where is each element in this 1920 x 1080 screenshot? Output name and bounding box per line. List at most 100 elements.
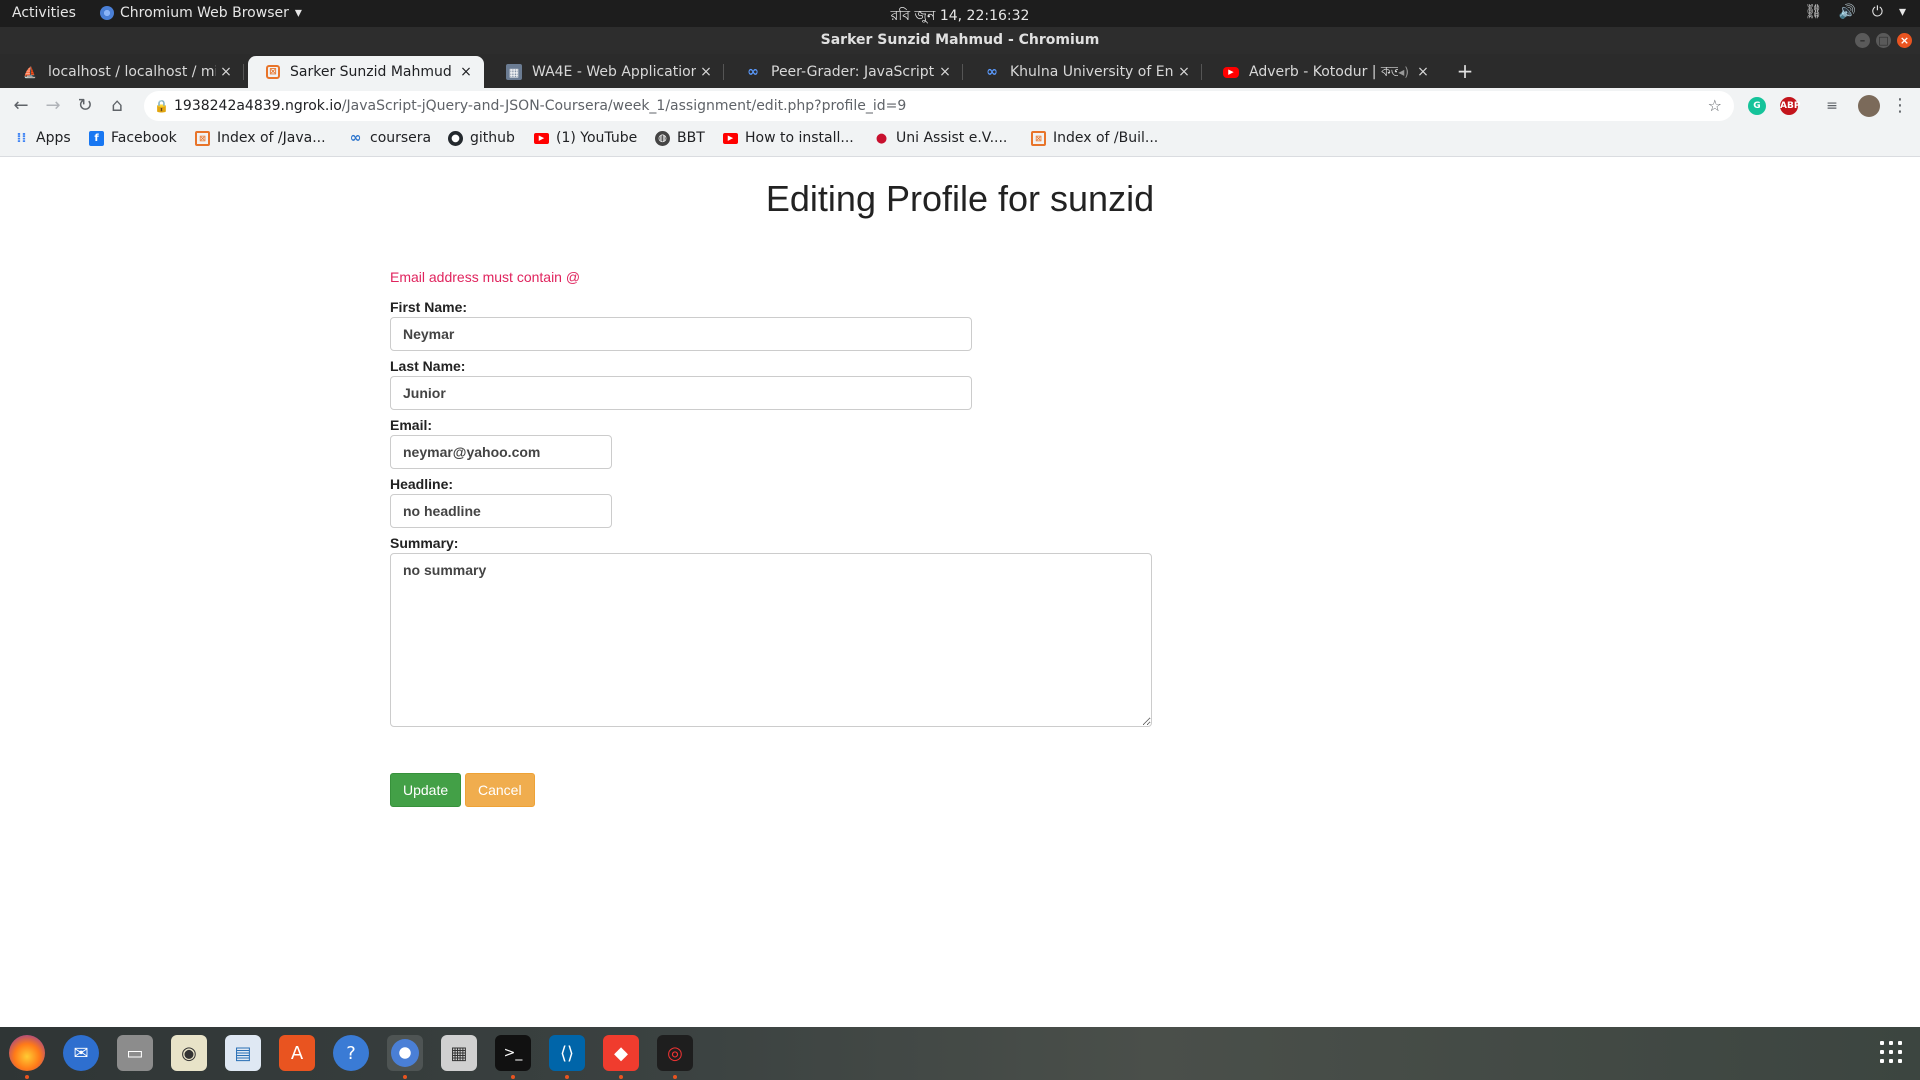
tab-title: Khulna University of Engi [1010, 64, 1174, 80]
app-menu[interactable]: Chromium Web Browser ▾ [100, 5, 302, 21]
lock-icon[interactable]: 🔒 [154, 91, 169, 121]
adblock-plus-icon[interactable]: ABP [1780, 97, 1800, 115]
close-tab-icon[interactable]: × [935, 64, 955, 80]
tab-khulna-university[interactable]: ∞ Khulna University of Engi × [966, 56, 1202, 88]
page-content: Editing Profile for sunzid Email address… [0, 157, 1920, 1027]
menu-icon[interactable]: ⋮ [1888, 94, 1912, 118]
screen-recorder-icon[interactable]: ◎ [657, 1035, 693, 1071]
tab-title: WA4E - Web Applications [532, 64, 696, 80]
tab-localhost[interactable]: ⛵ localhost / localhost / mis × [4, 56, 244, 88]
first-name-input[interactable] [390, 317, 972, 351]
close-tab-icon[interactable]: × [216, 64, 236, 80]
libreoffice-writer-icon[interactable]: ▤ [225, 1035, 261, 1071]
tab-title: localhost / localhost / mis [48, 64, 216, 80]
update-button[interactable]: Update [390, 773, 462, 807]
url-host: 1938242a4839.ngrok.io [174, 98, 342, 114]
coursera-icon: ∞ [349, 129, 362, 146]
apps-grid-icon: ⁞⁞ [16, 130, 27, 146]
chromium-icon [100, 6, 114, 20]
uni-assist-icon: ● [875, 130, 888, 146]
screenshot-tool-icon[interactable]: ▦ [441, 1035, 477, 1071]
maximize-icon[interactable]: □ [1876, 33, 1891, 48]
bookmark-label: Apps [36, 130, 71, 146]
bookmark-coursera[interactable]: ∞ coursera [348, 130, 431, 146]
globe-icon: ◍ [655, 130, 670, 146]
bookmark-apps[interactable]: ⁞⁞ Apps [14, 130, 71, 146]
back-icon[interactable]: ← [9, 94, 33, 118]
close-tab-icon[interactable]: × [456, 64, 476, 80]
power-icon[interactable]: ⏻ [1872, 4, 1883, 20]
bookmark-uni-assist[interactable]: ● Uni Assist e.V.... [874, 130, 1008, 146]
tab-adverb-kotodur[interactable]: ▶ Adverb - Kotodur | কত ◂) × [1205, 56, 1441, 88]
tab-wa4e[interactable]: ▦ WA4E - Web Applications × [488, 56, 724, 88]
network-icon[interactable]: ⛓ [1805, 4, 1823, 20]
bookmark-star-icon[interactable]: ☆ [1708, 91, 1722, 121]
bookmark-facebook[interactable]: f Facebook [89, 130, 177, 146]
chevron-down-icon[interactable]: ▾ [1899, 4, 1906, 20]
help-icon[interactable]: ? [333, 1035, 369, 1071]
facebook-icon: f [89, 130, 104, 146]
bookmark-index-java[interactable]: ⊠ Index of /Java... [195, 130, 326, 146]
close-tab-icon[interactable]: × [1413, 64, 1433, 80]
running-indicator [565, 1075, 569, 1079]
folder-icon: ⊠ [195, 130, 210, 146]
url-path: /JavaScript-jQuery-and-JSON-Coursera/wee… [341, 98, 907, 114]
coursera-icon: ∞ [986, 64, 998, 80]
tab-strip: ⛵ localhost / localhost / mis × ⊠ Sarker… [0, 54, 1920, 88]
home-icon[interactable]: ⌂ [105, 94, 129, 118]
terminal-icon[interactable]: >_ [495, 1035, 531, 1071]
chromium-dock-icon[interactable] [387, 1035, 423, 1071]
tab-sarker-sunzid-mahmud[interactable]: ⊠ Sarker Sunzid Mahmud × [248, 56, 484, 88]
cancel-button[interactable]: Cancel [465, 773, 535, 807]
reload-icon[interactable]: ↻ [73, 94, 97, 118]
last-name-input[interactable] [390, 376, 972, 410]
bookmark-index-buil[interactable]: ⊠ Index of /Buil... [1031, 130, 1158, 146]
grammarly-icon[interactable]: G [1748, 97, 1766, 115]
audio-playing-icon[interactable]: ◂) [1398, 65, 1409, 79]
window-title: Sarker Sunzid Mahmud - Chromium [820, 32, 1100, 48]
gnome-top-bar: Activities Chromium Web Browser ▾ রবি জু… [0, 0, 1920, 27]
tab-peer-grader[interactable]: ∞ Peer-Grader: JavaScript / × [727, 56, 963, 88]
page-icon: ⊠ [266, 65, 280, 79]
new-tab-button[interactable]: + [1453, 59, 1477, 83]
activities-button[interactable]: Activities [12, 5, 76, 21]
vscode-icon[interactable]: ⟨⟩ [549, 1035, 585, 1071]
last-name-label: Last Name: [390, 358, 466, 374]
avatar[interactable] [1858, 95, 1880, 117]
bookmark-bbt[interactable]: ◍ BBT [655, 130, 705, 146]
window-title-bar: Sarker Sunzid Mahmud - Chromium – □ × [0, 27, 1920, 54]
address-bar[interactable]: 🔒 1938242a4839.ngrok.io/JavaScript-jQuer… [144, 91, 1734, 121]
thunderbird-icon[interactable]: ✉ [63, 1035, 99, 1071]
bookmark-youtube[interactable]: ▶ (1) YouTube [534, 130, 637, 146]
close-tab-icon[interactable]: × [1174, 64, 1194, 80]
running-indicator [673, 1075, 677, 1079]
bookmark-label: coursera [370, 130, 432, 146]
software-center-icon[interactable]: A [279, 1035, 315, 1071]
close-tab-icon[interactable]: × [696, 64, 716, 80]
git-icon[interactable]: ◆ [603, 1035, 639, 1071]
summary-textarea[interactable]: no summary [390, 553, 1152, 727]
email-input[interactable] [390, 435, 612, 469]
bookmark-github[interactable]: ● github [448, 130, 515, 146]
minimize-icon[interactable]: – [1855, 33, 1870, 48]
close-icon[interactable]: × [1897, 33, 1912, 48]
rhythmbox-icon[interactable]: ◉ [171, 1035, 207, 1071]
forward-icon[interactable]: → [41, 94, 65, 118]
system-tray[interactable]: ⛓ 🔊 ⏻ ▾ [1805, 4, 1906, 20]
browser-toolbar: ← → ↻ ⌂ 🔒 1938242a4839.ngrok.io/JavaScri… [0, 88, 1920, 124]
tab-separator [243, 64, 244, 80]
show-applications-icon[interactable] [1880, 1041, 1902, 1063]
volume-icon[interactable]: 🔊 [1838, 4, 1855, 20]
wa4e-icon: ▦ [506, 64, 522, 80]
tab-separator [962, 64, 963, 80]
bookmark-how-to-install[interactable]: ▶ How to install... [723, 130, 854, 146]
firefox-icon[interactable] [9, 1035, 45, 1071]
first-name-label: First Name: [390, 299, 468, 315]
page-title: Editing Profile for sunzid [765, 178, 1155, 219]
files-icon[interactable]: ▭ [117, 1035, 153, 1071]
headline-label: Headline: [390, 476, 454, 492]
youtube-icon: ▶ [1223, 66, 1239, 78]
media-controls-icon[interactable]: ≡ [1820, 94, 1844, 118]
email-label: Email: [390, 417, 433, 433]
headline-input[interactable] [390, 494, 612, 528]
